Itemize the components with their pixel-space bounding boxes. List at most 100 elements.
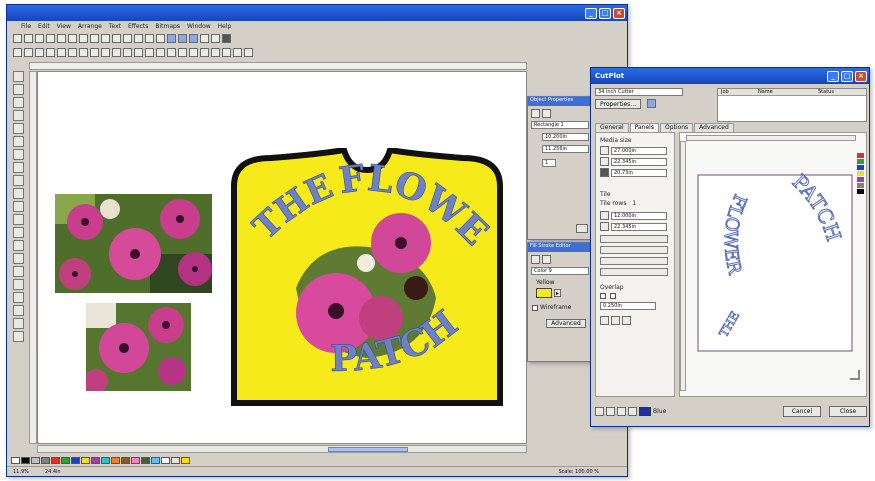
count-field[interactable]: 1 xyxy=(542,159,556,167)
palette-swatch[interactable] xyxy=(101,456,110,464)
menu-arrange[interactable]: Arrange xyxy=(78,23,102,30)
import-icon[interactable] xyxy=(46,34,55,43)
align-right-icon[interactable] xyxy=(35,48,44,57)
bitmap-icon[interactable] xyxy=(200,34,209,43)
shape-tool-icon[interactable] xyxy=(13,97,24,108)
palette-swatch[interactable] xyxy=(141,456,150,464)
palette-swatch[interactable] xyxy=(171,456,180,464)
stroke-icon[interactable] xyxy=(542,109,551,118)
envelope-icon[interactable] xyxy=(178,48,187,57)
menu-bitmaps[interactable]: Bitmaps xyxy=(155,23,180,30)
tile-option-2[interactable] xyxy=(600,246,668,254)
palette-swatch[interactable] xyxy=(41,456,50,464)
align-left-icon[interactable] xyxy=(13,48,22,57)
tile-option-1[interactable] xyxy=(600,235,668,243)
width-field[interactable]: 10.200in xyxy=(542,133,589,141)
fill-tool-icon[interactable] xyxy=(13,175,24,186)
outline-tool-icon[interactable] xyxy=(13,188,24,199)
rectangle-tool-icon[interactable] xyxy=(13,149,24,160)
undo-icon[interactable] xyxy=(123,34,132,43)
menu-view[interactable]: View xyxy=(57,23,71,30)
knife-icon[interactable] xyxy=(233,48,242,57)
zoom-in-tool-icon[interactable] xyxy=(13,227,24,238)
palette-swatch[interactable] xyxy=(71,456,80,464)
break-apart-icon[interactable] xyxy=(123,48,132,57)
wireframe-checkbox[interactable] xyxy=(532,304,538,311)
delete-icon[interactable] xyxy=(112,34,121,43)
pen-tool-icon[interactable] xyxy=(13,123,24,134)
zoom-out-icon[interactable] xyxy=(156,34,165,43)
tab-general[interactable]: General xyxy=(595,123,629,132)
media-width-field[interactable]: 27.000in xyxy=(611,146,667,155)
cancel-button[interactable]: Cancel xyxy=(783,405,821,417)
overlap-field[interactable]: 0.250in xyxy=(600,302,656,310)
zoom-page-tool-icon[interactable] xyxy=(13,266,24,277)
align-top-icon[interactable] xyxy=(46,48,55,57)
align-bottom-icon[interactable] xyxy=(68,48,77,57)
palette-swatch[interactable] xyxy=(91,456,100,464)
zoom-in-icon[interactable] xyxy=(145,34,154,43)
height-field[interactable]: 11.256in xyxy=(542,145,589,153)
eyedropper-tool-icon[interactable] xyxy=(13,201,24,212)
overlap-checkbox-2[interactable] xyxy=(610,293,616,299)
wireframe-icon[interactable] xyxy=(189,34,198,43)
yellow-swatch[interactable] xyxy=(536,288,552,298)
cutplot-maximize-button[interactable]: □ xyxy=(841,70,853,82)
rotate-tool-icon[interactable] xyxy=(13,318,24,329)
align-middle-icon[interactable] xyxy=(57,48,66,57)
properties-button[interactable]: Properties... xyxy=(595,99,641,109)
tile-height-field[interactable]: 22.345in xyxy=(611,222,667,231)
palette-swatch[interactable] xyxy=(31,456,40,464)
color-picker-button[interactable]: ▸ xyxy=(554,289,561,297)
copy-icon[interactable] xyxy=(90,34,99,43)
menu-window[interactable]: Window xyxy=(187,23,211,30)
cutplot-close-button[interactable]: × xyxy=(855,70,867,82)
panel-next-icon[interactable] xyxy=(622,316,631,325)
zoom-out-tool-icon[interactable] xyxy=(13,240,24,251)
arrow-tool-icon[interactable] xyxy=(595,406,604,416)
refresh-icon[interactable] xyxy=(647,99,656,108)
menu-help[interactable]: Help xyxy=(218,23,232,30)
pen-icon[interactable] xyxy=(542,255,551,264)
job-list[interactable]: Job Name Status xyxy=(717,88,867,122)
tab-panels[interactable]: Panels xyxy=(629,123,659,132)
menu-effects[interactable]: Effects xyxy=(128,23,148,30)
pan-tool-icon[interactable] xyxy=(13,292,24,303)
minimize-button[interactable]: _ xyxy=(585,7,597,19)
combine-icon[interactable] xyxy=(112,48,121,57)
paste-icon[interactable] xyxy=(101,34,110,43)
hand-tool-icon[interactable] xyxy=(13,331,24,342)
bucket-tool-icon[interactable] xyxy=(13,305,24,316)
node-tool-icon[interactable] xyxy=(13,136,24,147)
col-name[interactable]: Name xyxy=(758,89,818,95)
col-job[interactable]: Job xyxy=(718,89,758,95)
panel-first-icon[interactable] xyxy=(600,316,609,325)
maximize-button[interactable]: □ xyxy=(599,7,611,19)
view-mode-icon[interactable] xyxy=(167,34,176,43)
tile-option-3[interactable] xyxy=(600,257,668,265)
palette-swatch[interactable] xyxy=(121,456,130,464)
palette-swatch[interactable] xyxy=(21,456,30,464)
open-file-icon[interactable] xyxy=(24,34,33,43)
palette-swatch[interactable] xyxy=(111,456,120,464)
panel-prev-icon[interactable] xyxy=(611,316,620,325)
new-file-icon[interactable] xyxy=(13,34,22,43)
scrollbar-thumb[interactable] xyxy=(328,447,408,452)
print-icon[interactable] xyxy=(68,34,77,43)
contour-icon[interactable] xyxy=(167,48,176,57)
search-icon[interactable] xyxy=(211,34,220,43)
horizontal-scrollbar[interactable] xyxy=(37,445,527,453)
node-edit-icon[interactable] xyxy=(222,48,231,57)
resize-grip-icon[interactable] xyxy=(850,370,860,380)
cut-icon[interactable] xyxy=(79,34,88,43)
fill-bucket-icon[interactable] xyxy=(531,255,540,264)
cutplot-icon[interactable] xyxy=(222,34,231,43)
palette-swatch[interactable] xyxy=(51,456,60,464)
close-button[interactable]: × xyxy=(613,7,625,19)
palette-swatch[interactable] xyxy=(81,456,90,464)
tile-width-field[interactable]: 12.000in xyxy=(611,211,667,220)
close-dialog-button[interactable]: Close xyxy=(829,405,867,417)
palette-swatch[interactable] xyxy=(131,456,140,464)
save-icon[interactable] xyxy=(35,34,44,43)
pick-tool-icon[interactable] xyxy=(13,71,24,82)
